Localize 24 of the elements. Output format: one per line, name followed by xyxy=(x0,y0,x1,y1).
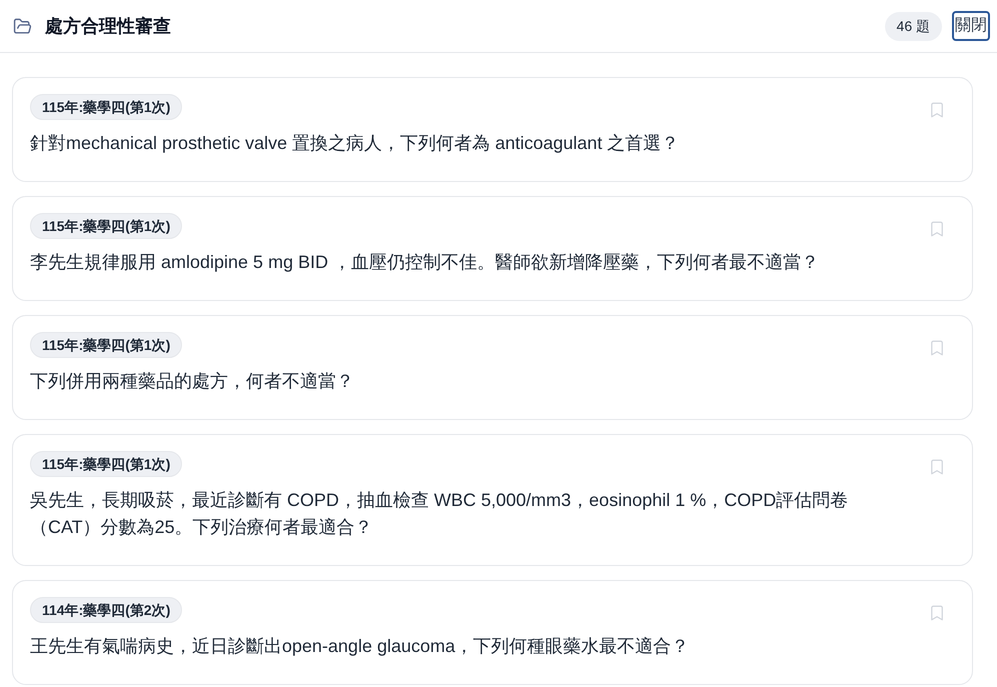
question-text: 下列併用兩種藥品的處方，何者不適當？ xyxy=(30,370,355,393)
question-card[interactable]: 115年:藥學四(第1次) 針對mechanical prosthetic valve 置換之病人，下列何者為 anticoagulant 之首選？ xyxy=(12,77,973,182)
question-card[interactable]: 115年:藥學四(第1次) 吳先生，長期吸菸，最近診斷有 COPD，抽血檢查 WBC 5,000/mm3，eosinophil 1 %，COPD評估問卷（CAT）分數為25。下列治療何者最適合？ xyxy=(12,434,973,566)
question-text: 吳先生，長期吸菸，最近診斷有 COPD，抽血檢查 WBC 5,000/mm3，eosinophil 1 %，COPD評估問卷（CAT）分數為25。下列治療何者最適合？ xyxy=(30,489,850,539)
page-title: 處方合理性審查 xyxy=(45,14,171,38)
question-text: 李先生規律服用 amlodipine 5 mg BID ，血壓仍控制不佳。醫師欲新增降壓藥，下列何者最不適當？ xyxy=(30,251,820,274)
bookmark-icon[interactable] xyxy=(928,220,946,238)
folder-icon xyxy=(13,16,32,36)
question-card[interactable]: 115年:藥學四(第1次) 下列併用兩種藥品的處方，何者不適當？ xyxy=(12,315,973,420)
question-count: 46 題 xyxy=(884,12,942,40)
question-card[interactable]: 114年:藥學四(第2次) 王先生有氣喘病史，近日診斷出open-angle glaucoma，下列何種眼藥水最不適合？ xyxy=(12,580,973,685)
exam-tag: 115年:藥學四(第1次) xyxy=(30,332,182,358)
close-button[interactable]: 關閉 xyxy=(952,11,990,41)
question-text: 王先生有氣喘病史，近日診斷出open-angle glaucoma，下列何種眼藥水最不適合？ xyxy=(30,635,690,658)
question-text: 針對mechanical prosthetic valve 置換之病人，下列何者為 anticoagulant 之首選？ xyxy=(30,132,680,155)
exam-tag: 115年:藥學四(第1次) xyxy=(30,451,182,477)
bookmark-icon[interactable] xyxy=(928,101,946,119)
exam-tag: 115年:藥學四(第1次) xyxy=(30,94,182,120)
exam-tag: 114年:藥學四(第2次) xyxy=(30,597,182,623)
question-card[interactable]: 115年:藥學四(第1次) 李先生規律服用 amlodipine 5 mg BID ，血壓仍控制不佳。醫師欲新增降壓藥，下列何者最不適當？ xyxy=(12,196,973,301)
bookmark-icon[interactable] xyxy=(928,604,946,622)
bookmark-icon[interactable] xyxy=(928,458,946,476)
exam-tag: 115年:藥學四(第1次) xyxy=(30,213,182,239)
bookmark-icon[interactable] xyxy=(928,339,946,357)
